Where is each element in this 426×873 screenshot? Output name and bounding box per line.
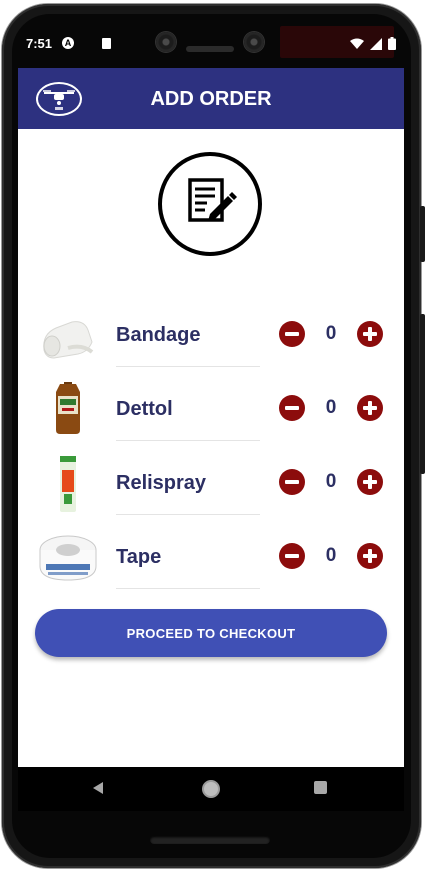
tape-roll-image: [38, 530, 98, 594]
status-time: 7:51: [26, 36, 53, 51]
quantity-value: 0: [325, 545, 337, 566]
increase-button[interactable]: [357, 543, 383, 569]
back-icon[interactable]: [91, 781, 105, 795]
status-icons: [350, 37, 396, 50]
decrease-button[interactable]: [279, 469, 305, 495]
quantity-value: 0: [325, 323, 337, 344]
bottom-speaker: [150, 836, 270, 844]
recent-apps-icon[interactable]: [314, 781, 327, 794]
volume-button: [420, 314, 425, 474]
row-divider: [116, 588, 260, 589]
list-item: Tape 0: [18, 530, 404, 602]
list-item: Relispray 0: [18, 446, 404, 528]
item-name: Bandage: [116, 324, 201, 346]
home-icon[interactable]: [202, 780, 220, 798]
app-bar: ADD ORDER: [18, 68, 404, 129]
list-item: Dettol 0: [18, 374, 404, 454]
power-button: [420, 206, 425, 262]
bandage-image: [38, 308, 98, 372]
order-form-icon: [158, 152, 262, 256]
item-name: Dettol: [116, 398, 173, 420]
item-name: Relispray: [116, 472, 207, 494]
row-divider: [116, 514, 260, 515]
row-divider: [116, 366, 260, 367]
increase-button[interactable]: [357, 321, 383, 347]
notification-icon: A: [62, 37, 74, 49]
decrease-button[interactable]: [279, 543, 305, 569]
quantity-value: 0: [325, 397, 337, 418]
status-bar: 7:51 A: [18, 28, 404, 62]
relispray-can-image: [38, 446, 98, 520]
sd-card-icon: [102, 38, 111, 49]
increase-button[interactable]: [357, 469, 383, 495]
row-divider: [116, 440, 260, 441]
wifi-icon: [350, 38, 364, 49]
decrease-button[interactable]: [279, 395, 305, 421]
dettol-bottle-image: [38, 374, 98, 446]
proceed-to-checkout-button[interactable]: PROCEED TO CHECKOUT: [35, 609, 387, 657]
battery-icon: [388, 37, 396, 50]
navigation-bar: [18, 767, 404, 811]
page-title: ADD ORDER: [150, 88, 272, 110]
quantity-value: 0: [325, 471, 337, 492]
signal-icon: [370, 37, 382, 50]
app-screen: ADD ORDER Bandage 0 Dettol 0 Relispray 0…: [18, 68, 404, 767]
item-name: Tape: [116, 546, 162, 568]
list-item: Bandage 0: [18, 308, 404, 380]
decrease-button[interactable]: [279, 321, 305, 347]
increase-button[interactable]: [357, 395, 383, 421]
